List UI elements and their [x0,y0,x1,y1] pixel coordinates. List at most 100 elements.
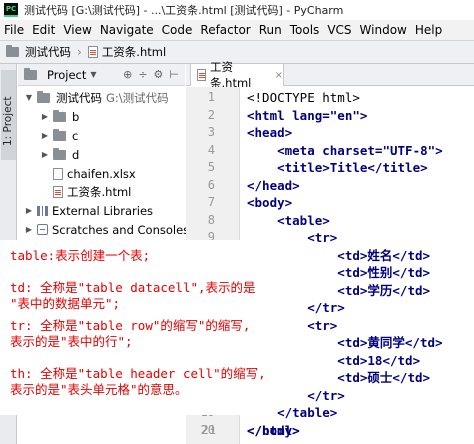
folder-icon [53,147,66,160]
folder-icon [6,45,19,57]
scratch-icon [37,224,48,235]
code-line[interactable]: </tr> [247,299,345,317]
tree-file-xlsx[interactable]: chaifen.xlsx [53,164,136,183]
code-editor[interactable]: <!DOCTYPE html> <html lang="en"> <head> … [241,87,474,444]
code-line[interactable]: <td>硕士</td> [247,369,430,387]
tree-root-name: 测试代码 [56,90,102,105]
tree-folder-d[interactable]: ▶ d [40,145,79,164]
menu-refactor[interactable]: Refactor [200,23,250,37]
spreadsheet-file-icon [53,167,63,180]
menu-file[interactable]: File [4,23,24,37]
project-tool-label: 1: Project [2,96,14,146]
project-panel-header: Project ▼ ⊕ ÷ ⚙ ⊢ [18,64,185,86]
tree-folder-b[interactable]: ▶ b [40,107,79,126]
breadcrumb-project[interactable]: 测试代码 [6,44,71,60]
chevron-right-icon[interactable]: ▶ [40,112,50,121]
code-line[interactable]: <tr> [247,229,337,247]
scope-icon[interactable]: ⊕ [123,68,132,81]
editor-tab-bar: 工资条.html × [186,60,474,90]
code-line[interactable]: <!DOCTYPE html> [247,89,360,107]
menu-tools[interactable]: Tools [290,23,320,37]
tree-external-libraries[interactable]: ▶ External Libraries [24,201,153,220]
line-number: 5 [207,160,215,174]
title-bar: PC 测试代码 [G:\测试代码] - ...\工资条.html [测试代码] … [0,0,474,20]
collapse-icon[interactable]: ÷ [138,68,147,81]
gear-icon[interactable]: ⚙ [154,68,164,81]
code-line[interactable]: <html lang="en"> [247,107,367,125]
code-line[interactable]: <body> [247,194,292,212]
code-line[interactable]: </tr> [247,387,345,405]
code-line[interactable]: <td>性别</td> [247,264,430,282]
code-line[interactable]: <td>18</td> [247,352,420,370]
code-line[interactable]: <td>学历</td> [247,282,430,300]
menu-bar: File Edit View Navigate Code Refactor Ru… [0,20,474,40]
menu-vcs[interactable]: VCS [327,23,351,37]
html-file-icon [197,69,207,81]
scratches-label: Scratches and Consoles [52,222,190,237]
file-label: 工资条.html [67,184,132,199]
breadcrumb-separator: › [77,45,82,59]
project-view-icon [24,67,37,80]
line-number: 6 [207,177,215,192]
folder-label: b [72,109,80,124]
folder-label: d [72,147,80,162]
chevron-right-icon[interactable]: ▶ [40,150,50,159]
breadcrumb-project-label: 测试代码 [25,45,71,59]
breadcrumb-file-label: 工资条.html [101,45,167,59]
code-line[interactable]: <head> [247,124,292,142]
chevron-right-icon[interactable]: ▶ [40,131,50,140]
code-line[interactable]: <meta charset="UTF-8"> [247,142,443,160]
chevron-right-icon[interactable]: ▶ [24,206,34,215]
menu-help[interactable]: Help [415,23,442,37]
menu-view[interactable]: View [63,23,91,37]
project-tool-button[interactable]: 1: Project [1,70,16,160]
chevron-right-icon[interactable]: ▶ [24,225,34,234]
tree-scratches[interactable]: ▶ Scratches and Consoles [24,220,189,239]
code-line[interactable]: <table> [247,212,330,230]
project-tree: ▼ 测试代码 G:\测试代码 ▶ b ▶ c ▶ d chaifen.xlsx … [18,86,189,246]
line-number: 3 [207,125,215,139]
line-number: 2 [207,107,215,122]
pycharm-logo-icon: PC [4,3,18,17]
menu-run[interactable]: Run [259,23,282,37]
line-number: 21 [201,423,216,437]
code-line[interactable]: </head> [247,177,300,195]
tree-root-path: G:\测试代码 [106,90,169,105]
annotation-line: tr: 全称是"table row"的缩写"的缩写, [10,318,251,334]
menu-edit[interactable]: Edit [32,23,55,37]
line-number: 8 [207,212,215,227]
annotation-line: td: 全称是"table datacell",表示的是 [10,280,256,296]
annotation-line: 表示的是"表中的行"; [10,334,133,350]
file-label: chaifen.xlsx [67,166,136,181]
hide-panel-icon[interactable]: ⊢ [169,68,179,81]
annotation-line: th: 全称是"table header cell"的缩写, [10,366,266,382]
annotation-line: table:表示创建一个表; [10,248,151,264]
code-line[interactable]: <td>姓名</td> [247,247,430,265]
tree-folder-c[interactable]: ▶ c [40,126,78,145]
chevron-down-icon[interactable]: ▼ [90,70,96,79]
menu-window[interactable]: Window [360,23,407,37]
annotation-line: "表中的数据单元"; [10,296,121,312]
tab-html-file[interactable]: 工资条.html × [190,60,284,90]
library-icon [37,205,48,216]
html-file-icon [53,185,63,198]
code-line[interactable]: <td>黄同学</td> [247,334,442,352]
folder-icon [37,90,50,103]
code-line[interactable]: <tr> [247,317,337,335]
project-view-selector[interactable]: Project [47,68,86,82]
chevron-down-icon[interactable]: ▼ [24,93,34,102]
close-icon[interactable]: × [275,70,283,81]
code-line[interactable]: </html> [247,422,300,440]
tree-root[interactable]: ▼ 测试代码 G:\测试代码 [24,88,169,107]
code-line[interactable]: <title>Title</title> [247,159,428,177]
line-number: 1 [207,90,215,104]
folder-icon [53,109,66,122]
menu-navigate[interactable]: Navigate [100,23,154,37]
folder-icon [53,128,66,141]
code-line[interactable]: </table> [247,404,337,422]
window-title: 测试代码 [G:\测试代码] - ...\工资条.html [测试代码] - P… [24,4,344,17]
tree-file-html[interactable]: 工资条.html [53,182,131,201]
menu-code[interactable]: Code [162,23,193,37]
html-file-icon [87,46,98,58]
breadcrumb-file[interactable]: 工资条.html [87,44,167,60]
